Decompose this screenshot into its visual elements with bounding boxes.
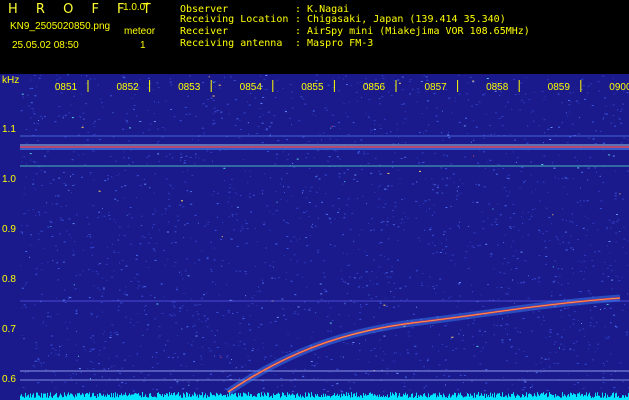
y-tick-1.0: 1.0 <box>2 174 16 185</box>
time-tick-0900: 0900 <box>609 82 629 93</box>
time-tick-0857: 0857 <box>424 82 447 93</box>
time-tick-0855: 0855 <box>301 82 324 93</box>
receiver-key: Receiver <box>180 26 229 37</box>
y-tick-1.1: 1.1 <box>2 124 16 135</box>
y-tick-0.7: 0.7 <box>2 324 16 335</box>
y-unit-label: kHz <box>2 75 20 86</box>
version-label: 1.0.0f <box>123 2 149 13</box>
receiver-value: : AirSpy mini (Miakejima VOR 108.65MHz) <box>295 26 530 37</box>
time-tick-0856: 0856 <box>363 82 386 93</box>
y-tick-0.6: 0.6 <box>2 374 16 385</box>
antenna-value: : Maspro FM-3 <box>295 38 374 49</box>
time-tick-0858: 0858 <box>486 82 509 93</box>
y-tick-0.8: 0.8 <box>2 274 16 285</box>
antenna-key: Receiving antenna <box>180 38 283 49</box>
time-tick-0851: 0851 <box>55 82 78 93</box>
spectrogram-plot: 0851 0852 0853 0854 0855 0856 0857 0858 0859 0900 <box>0 74 629 400</box>
y-tick-0.9: 0.9 <box>2 224 16 235</box>
datetime-label: 25.05.02 08:50 <box>12 40 79 51</box>
time-tick-0854: 0854 <box>240 82 263 93</box>
location-key: Receiving Location <box>180 14 289 25</box>
location-value: : Chigasaki, Japan (139.414 35.340) <box>295 14 506 25</box>
file-name: KN9_2505020850.png <box>10 21 111 32</box>
time-tick-0859: 0859 <box>548 82 571 93</box>
time-tick-0853: 0853 <box>178 82 201 93</box>
meteor-count: 1 <box>140 40 146 51</box>
carrier-band <box>20 144 629 150</box>
time-tick-0852: 0852 <box>116 82 139 93</box>
meteor-label: meteor <box>124 26 156 37</box>
